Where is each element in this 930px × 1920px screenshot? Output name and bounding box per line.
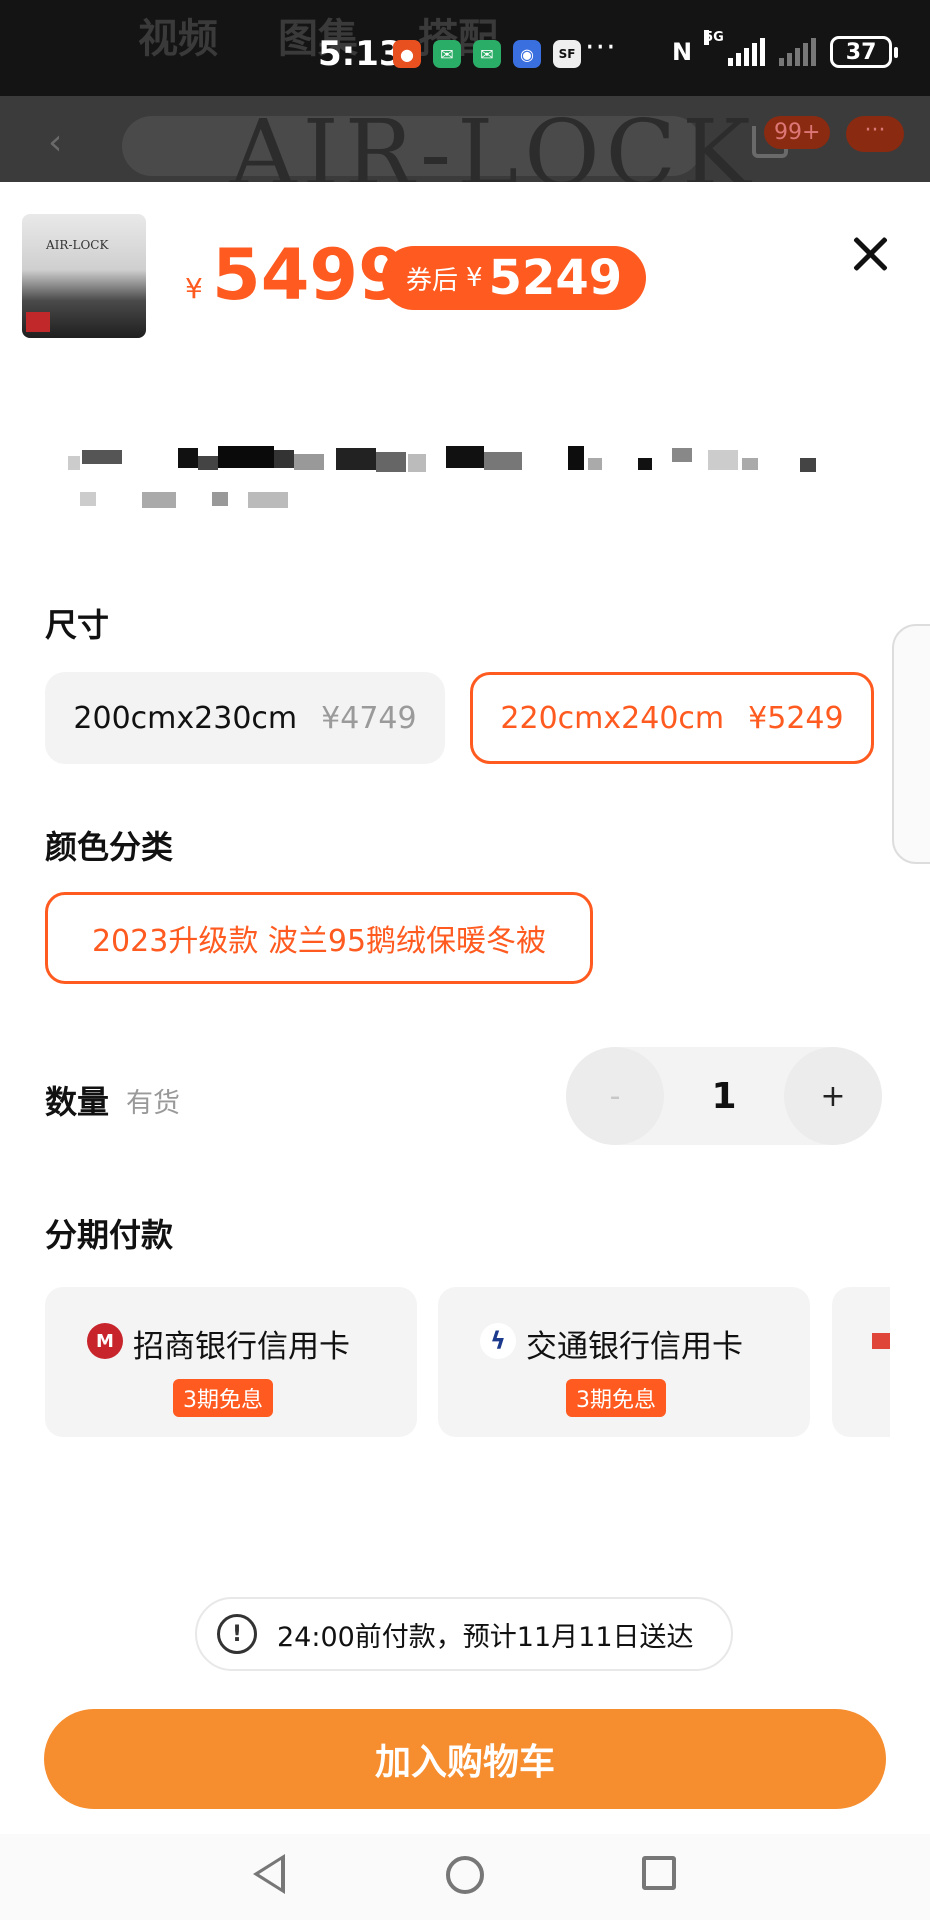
signal-icon [779, 38, 817, 66]
bocom-bank-icon: ϟ [480, 1323, 516, 1359]
installment-card-more[interactable] [832, 1287, 890, 1437]
delivery-notice-text: 24:00前付款，预计11月11日送达 [277, 1621, 694, 1653]
background-page: ‹ AIR-LOCK 99+ ··· [0, 96, 930, 182]
more-notifications-icon: ··· [585, 30, 617, 65]
coupon-label: 券后 [406, 265, 459, 296]
wechat-icon: ✉ [473, 40, 501, 68]
info-icon: ! [217, 1614, 257, 1654]
nav-home-icon[interactable] [446, 1856, 484, 1894]
more-icon: ··· [846, 116, 904, 152]
installment-card-bocom[interactable]: ϟ 交通银行信用卡 3期免息 [438, 1287, 810, 1437]
app-icon: ◉ [513, 40, 541, 68]
quantity-label: 数量 [45, 1083, 110, 1121]
cart-badge: 99+ [764, 116, 831, 149]
decrease-quantity-button[interactable]: - [566, 1047, 664, 1145]
size-option-220x240[interactable]: 220cmx240cm ¥5249 [470, 672, 874, 764]
stock-status: 有货 [126, 1088, 180, 1119]
wechat-icon: ✉ [433, 40, 461, 68]
color-section-title: 颜色分类 [45, 828, 174, 866]
product-price: 5499 [212, 234, 407, 316]
back-icon: ‹ [48, 122, 63, 163]
battery-level: 37 [845, 39, 877, 65]
thumbnail-badge [26, 312, 50, 332]
bank-card-name: 招商银行信用卡 [133, 1329, 350, 1365]
add-to-cart-button[interactable]: 加入购物车 [44, 1709, 886, 1809]
installment-section-title: 分期付款 [45, 1216, 174, 1254]
interest-free-tag: 3期免息 [566, 1379, 666, 1417]
color-option-2023-upgrade[interactable]: 2023升级款 波兰95鹅绒保暖冬被 [45, 892, 593, 984]
increase-quantity-button[interactable]: + [784, 1047, 882, 1145]
quantity-value[interactable]: 1 [664, 1047, 784, 1145]
thumbnail-logo: AIR-LOCK [46, 238, 109, 252]
notification-icons: ● ✉ ✉ ◉ SF [393, 40, 581, 68]
sku-bottom-sheet: AIR-LOCK ¥ 5499 券后 ¥ 5249 尺寸 200cmx230cm… [0, 182, 930, 1920]
nfc-icon: N [672, 38, 693, 66]
status-bar: 视频 图集 搭配 5:13 ● ✉ ✉ ◉ SF ··· N 5G 37 [0, 0, 930, 96]
coupon-price-badge: 券后 ¥ 5249 [382, 246, 647, 310]
installment-card-cmb[interactable]: M 招商银行信用卡 3期免息 [45, 1287, 417, 1437]
signal-5g-icon: 5G [704, 30, 766, 66]
color-option-label: 2023升级款 波兰95鹅绒保暖冬被 [91, 924, 547, 959]
nav-back-icon[interactable] [253, 1854, 285, 1894]
status-time: 5:13 [318, 34, 403, 74]
size-option-price: ¥4749 [321, 700, 417, 736]
background-watermark: AIR-LOCK [230, 100, 757, 182]
taobao-icon: ● [393, 40, 421, 68]
coupon-price: 5249 [488, 250, 623, 306]
size-option-label: 220cmx240cm [500, 700, 725, 736]
price-currency: ¥ [185, 272, 203, 305]
bank-card-name: 交通银行信用卡 [526, 1329, 743, 1365]
close-icon[interactable] [850, 234, 890, 274]
sf-express-icon: SF [553, 40, 581, 68]
delivery-notice: ! 24:00前付款，预计11月11日送达 [195, 1597, 733, 1671]
interest-free-tag: 3期免息 [173, 1379, 273, 1417]
product-thumbnail[interactable]: AIR-LOCK [22, 214, 146, 338]
size-option-200x230[interactable]: 200cmx230cm ¥4749 [45, 672, 445, 764]
coupon-currency: ¥ [466, 263, 483, 293]
size-option-label: 200cmx230cm [73, 700, 298, 736]
size-section-title: 尺寸 [45, 606, 110, 644]
nav-recent-apps-icon[interactable] [642, 1856, 676, 1890]
bank-icon [872, 1333, 890, 1349]
size-option-price: ¥5249 [748, 700, 844, 736]
system-navigation-bar [0, 1834, 930, 1920]
quantity-stepper: - 1 + [566, 1047, 882, 1145]
network-type: 5G [704, 30, 724, 45]
side-panel-handle[interactable] [892, 624, 930, 864]
background-tab: 视频 [138, 16, 218, 62]
battery-icon: 37 [830, 36, 899, 68]
cmb-bank-icon: M [87, 1323, 123, 1359]
redacted-product-title [68, 440, 828, 520]
